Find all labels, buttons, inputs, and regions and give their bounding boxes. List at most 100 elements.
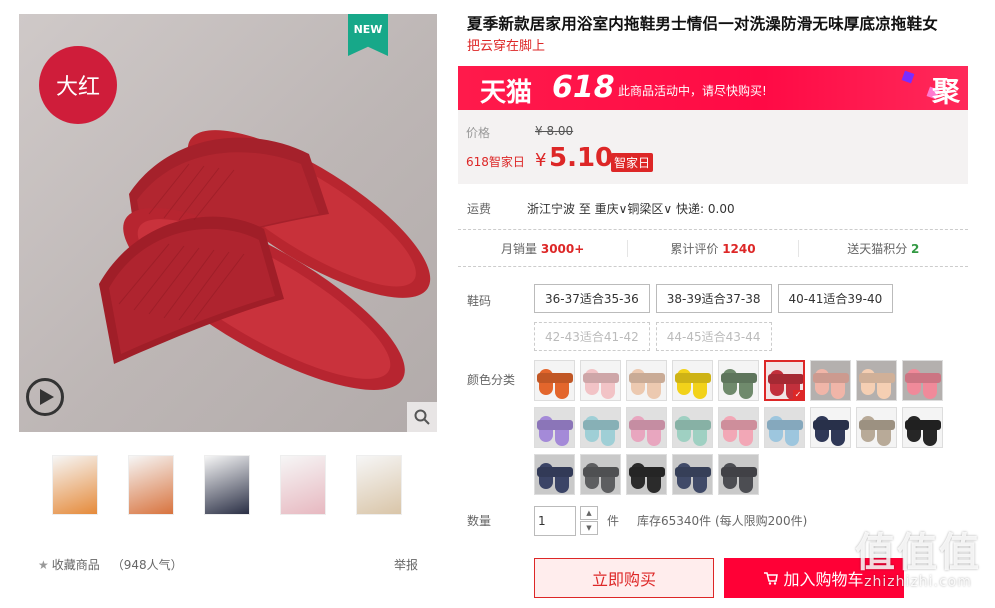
slipper-strap	[629, 420, 665, 430]
size-label: 鞋码	[467, 294, 492, 308]
play-icon	[40, 389, 54, 405]
color-swatch[interactable]	[764, 407, 805, 448]
slipper-strap	[675, 467, 711, 477]
color-swatch[interactable]	[672, 454, 713, 495]
slipper-strap	[583, 373, 619, 383]
price-area: 价格 ¥ 8.00 618智家日 ¥ 5.10 智家日	[458, 110, 968, 184]
slipper-strap	[721, 467, 757, 477]
color-badge: 大红	[39, 46, 117, 124]
color-swatch[interactable]	[718, 407, 759, 448]
star-icon[interactable]: ★	[38, 558, 49, 572]
slipper-strap	[583, 467, 619, 477]
report-link[interactable]: 举报	[394, 556, 418, 573]
color-swatch[interactable]	[764, 360, 805, 401]
slipper-strap	[813, 420, 849, 430]
price-tag: 智家日	[611, 153, 654, 172]
ju-logo: 聚	[931, 75, 960, 108]
popularity-count: （948人气）	[111, 558, 183, 572]
stats-bar: 月销量 3000+ 累计评价 1240 送天猫积分 2	[458, 229, 968, 267]
slipper-strap	[905, 373, 941, 383]
color-label: 颜色分类	[467, 373, 516, 387]
quantity-unit: 件	[607, 514, 620, 528]
slipper-strap	[537, 420, 573, 430]
stat-cell: 月销量 3000+	[458, 239, 629, 257]
decor-cube	[901, 70, 915, 84]
original-price: ¥ 8.00	[535, 124, 574, 138]
promo-banner: 天猫 618 此商品活动中，请尽快购买! 聚	[458, 66, 968, 110]
quantity-increase-button[interactable]: ▲	[580, 506, 598, 520]
color-swatches	[534, 360, 954, 495]
slipper-strap	[583, 420, 619, 430]
color-swatch[interactable]	[672, 360, 713, 401]
zoom-button[interactable]	[407, 402, 437, 432]
color-swatch[interactable]	[626, 407, 667, 448]
color-swatch[interactable]	[580, 454, 621, 495]
thumbnail-strip	[52, 455, 402, 515]
color-swatch[interactable]	[580, 360, 621, 401]
slipper-strap	[721, 420, 757, 430]
size-option[interactable]: 36-37适合35-36	[534, 284, 650, 313]
product-subtitle: 把云穿在脚上	[467, 39, 546, 54]
stat-label: 送天猫积分	[847, 241, 912, 256]
main-product-image[interactable]: 大红 NEW	[19, 14, 437, 432]
slipper-strap	[537, 373, 573, 383]
buy-now-button[interactable]: 立即购买	[534, 558, 714, 598]
color-swatch[interactable]	[626, 454, 667, 495]
quantity-label: 数量	[467, 514, 492, 528]
slipper-strap	[675, 420, 711, 430]
size-option: 44-45适合43-44	[655, 322, 772, 351]
slipper-strap	[859, 373, 895, 383]
quantity-decrease-button[interactable]: ▼	[580, 521, 598, 535]
size-option[interactable]: 40-41适合39-40	[777, 284, 894, 313]
color-swatch[interactable]	[718, 360, 759, 401]
event-618: 618	[552, 70, 615, 105]
stat-value: 2	[911, 241, 920, 256]
price-label: 价格	[466, 126, 491, 140]
thumbnail-1[interactable]	[52, 455, 98, 515]
watermark-logo: 值值值	[855, 530, 981, 576]
color-swatch[interactable]	[534, 360, 575, 401]
color-swatch[interactable]	[902, 407, 943, 448]
favorite-button[interactable]: 收藏商品	[52, 558, 100, 572]
shipping-destination[interactable]: 浙江宁波 至 重庆∨铜梁区∨ 快递: 0.00	[527, 202, 735, 216]
slipper-strap	[675, 373, 711, 383]
size-options: 36-37适合35-36 38-39适合37-38 40-41适合39-40 42-4…	[534, 284, 954, 351]
stat-value: 1240	[722, 241, 756, 256]
slipper-strap	[629, 373, 665, 383]
thumbnail-3[interactable]	[204, 455, 250, 515]
thumbnail-5[interactable]	[356, 455, 402, 515]
color-swatch[interactable]	[856, 407, 897, 448]
color-swatch[interactable]	[580, 407, 621, 448]
watermark: 值值值 zhizhizhi.com	[843, 520, 993, 590]
cart-icon	[764, 571, 779, 585]
thumbnail-4[interactable]	[280, 455, 326, 515]
stat-cell: 送天猫积分 2	[799, 240, 968, 257]
color-swatch[interactable]	[534, 454, 575, 495]
color-swatch[interactable]	[856, 360, 897, 401]
play-video-button[interactable]	[26, 378, 64, 416]
slipper-strap	[905, 420, 941, 430]
slipper-strap	[537, 467, 573, 477]
color-swatch[interactable]	[718, 454, 759, 495]
favorites-row: ★ 收藏商品 （948人气） 举报	[38, 556, 418, 573]
shipping-row: 运费 浙江宁波 至 重庆∨铜梁区∨ 快递: 0.00	[467, 200, 967, 217]
slipper-strap	[813, 373, 849, 383]
color-swatch[interactable]	[810, 360, 851, 401]
tmall-logo: 天猫	[480, 78, 533, 108]
color-swatch[interactable]	[902, 360, 943, 401]
color-swatch[interactable]	[626, 360, 667, 401]
slipper-strap	[767, 420, 803, 430]
search-icon	[414, 409, 430, 425]
size-option[interactable]: 38-39适合37-38	[655, 284, 772, 313]
slipper-strap	[721, 373, 757, 383]
stat-label: 累计评价	[670, 241, 723, 256]
color-swatch[interactable]	[672, 407, 713, 448]
stat-cell: 累计评价 1240	[628, 239, 799, 257]
color-swatch[interactable]	[810, 407, 851, 448]
color-swatch[interactable]	[534, 407, 575, 448]
quantity-input[interactable]	[534, 506, 576, 536]
promo-text: 此商品活动中，请尽快购买!	[618, 84, 767, 98]
shipping-label: 运费	[467, 202, 492, 216]
thumbnail-2[interactable]	[128, 455, 174, 515]
stat-label: 月销量	[501, 241, 541, 256]
